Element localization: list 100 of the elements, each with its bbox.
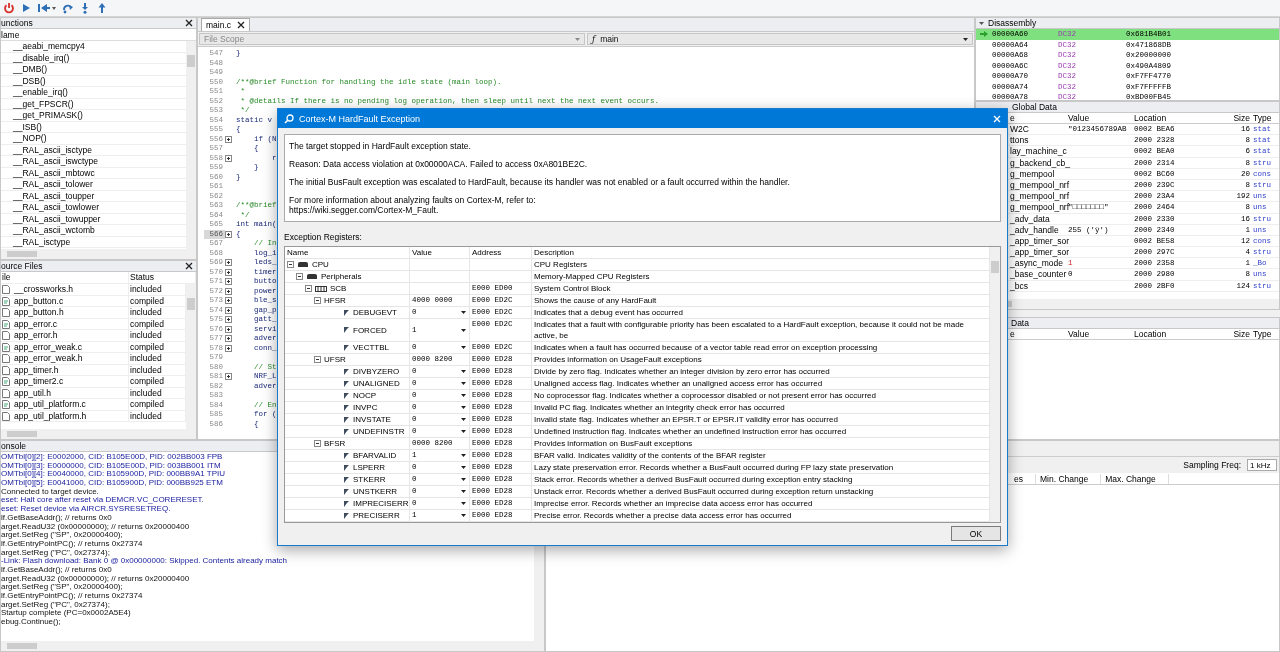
file-item[interactable]: app_error.h [1,330,129,342]
function-item[interactable]: __ISB() [1,121,186,133]
column-header[interactable]: lame [1,29,196,41]
tree-item[interactable]: BFARVALID [285,450,410,461]
column-header[interactable]: Type [1253,329,1279,340]
expand-icon[interactable] [225,268,232,276]
file-item[interactable]: app_button.c [1,295,129,307]
caret-icon[interactable] [979,21,984,25]
tree-item[interactable]: UNDEFINSTR [285,426,410,437]
column-header[interactable]: Type [1253,113,1279,124]
expand-icon[interactable] [225,154,232,162]
collapse-icon[interactable] [305,285,312,292]
expand-icon[interactable] [225,297,232,304]
column-header[interactable]: e [1010,113,1068,124]
expand-icon[interactable] [225,316,232,323]
function-item[interactable]: __get_FPSCR() [1,98,186,110]
reset-icon[interactable] [37,2,57,14]
function-item[interactable]: __RAL_ascii_isctype [1,144,186,156]
tree-item[interactable]: UNSTKERR [285,486,410,497]
tree-item[interactable]: CPU [285,259,410,270]
column-header[interactable]: Location [1134,113,1192,124]
vertical-scrollbar[interactable] [186,41,196,249]
tree-item[interactable]: INVPC [285,402,410,413]
function-item[interactable]: __get_PRIMASK() [1,110,186,122]
function-dropdown[interactable]: ƒ main [587,33,973,45]
function-item[interactable]: __RAL_ascii_iswctype [1,156,186,168]
horizontal-scrollbar[interactable] [1,429,196,439]
play-icon[interactable] [20,2,32,14]
function-item[interactable]: __disable_irq() [1,52,186,64]
close-icon[interactable] [185,262,193,270]
function-item[interactable]: __RAL_isctype [1,236,186,248]
tree-item[interactable]: STKERR [285,474,410,485]
tree-item[interactable]: HFSR [285,295,410,306]
horizontal-scrollbar[interactable] [1,641,544,651]
column-header[interactable]: Min. Change [1040,473,1102,484]
collapse-icon[interactable] [314,440,321,447]
column-header[interactable]: Max. Change [1105,473,1169,484]
expand-icon[interactable] [225,287,232,295]
file-item[interactable]: __crossworks.h [1,284,129,296]
column-header[interactable]: Size [1229,329,1253,340]
tree-item[interactable]: SCB [285,283,410,294]
file-item[interactable]: app_timer2.c [1,376,129,388]
tree-item[interactable]: DIVBYZERO [285,366,410,377]
function-item[interactable]: __RAL_ascii_mbtowc [1,167,186,179]
close-icon[interactable] [185,19,193,27]
column-header[interactable]: Address [470,247,532,258]
function-item[interactable]: __RAL_ascii_tolower [1,179,186,191]
tree-item[interactable]: UNALIGNED [285,378,410,389]
tree-item[interactable]: FORCED [285,319,410,341]
column-header[interactable]: Status [129,272,196,284]
file-item[interactable]: app_util_platform.c [1,399,129,411]
file-item[interactable]: app_error_weak.h [1,353,129,365]
expand-icon[interactable] [225,373,232,380]
function-item[interactable]: __DMB() [1,64,186,76]
tree-item[interactable]: PRECISERR [285,510,410,521]
collapse-icon[interactable] [314,356,321,363]
file-item[interactable]: app_button.h [1,307,129,319]
function-item[interactable]: __DSB() [1,75,186,87]
column-header[interactable]: es [1014,473,1036,484]
column-header[interactable]: Location [1134,329,1192,340]
function-item[interactable]: __aeabi_memcpy4 [1,41,186,53]
file-item[interactable]: app_error.c [1,318,129,330]
column-header[interactable]: ile [1,272,129,284]
file-item[interactable]: app_util_platform.h [1,410,129,422]
expand-icon[interactable] [225,135,232,143]
expand-icon[interactable] [225,306,232,314]
ok-button[interactable]: OK [951,526,1001,541]
vertical-scrollbar[interactable] [186,284,196,429]
tree-item[interactable]: DEBUGEVT [285,307,410,318]
function-item[interactable]: __RAL_ascii_toupper [1,190,186,202]
step-out-icon[interactable] [96,2,108,14]
tree-item[interactable]: BFSR [285,438,410,449]
file-item[interactable]: app_timer.h [1,364,129,376]
column-header[interactable]: Name [285,247,410,258]
power-icon[interactable] [3,2,15,14]
step-over-icon[interactable] [62,2,74,14]
function-item[interactable]: __RAL_ascii_wctomb [1,225,186,237]
expand-icon[interactable] [225,325,232,333]
column-header[interactable]: Value [1068,113,1134,124]
tree-item[interactable]: Peripherals [285,271,410,282]
editor-tab[interactable]: main.c [201,18,251,31]
column-header[interactable]: Value [410,247,470,258]
collapse-icon[interactable] [296,273,303,280]
expand-icon[interactable] [225,278,232,285]
close-icon[interactable] [237,21,246,29]
file-item[interactable]: app_util.h [1,387,129,399]
collapse-icon[interactable] [287,261,294,268]
function-item[interactable]: __RAL_ascii_towupper [1,213,186,225]
file-item[interactable]: app_error_weak.c [1,341,129,353]
sampling-dropdown[interactable]: 1 kHz [1247,459,1277,471]
expand-icon[interactable] [225,335,232,342]
expand-icon[interactable] [225,230,232,238]
tree-item[interactable]: INVSTATE [285,414,410,425]
function-item[interactable]: __RAL_ascii_towlower [1,202,186,214]
tree-item[interactable]: IMPRECISERR [285,498,410,509]
tree-item[interactable]: NOCP [285,390,410,401]
expand-icon[interactable] [225,344,232,352]
horizontal-scrollbar[interactable] [1,249,196,259]
tree-item[interactable]: UFSR [285,354,410,365]
collapse-icon[interactable] [314,297,321,304]
